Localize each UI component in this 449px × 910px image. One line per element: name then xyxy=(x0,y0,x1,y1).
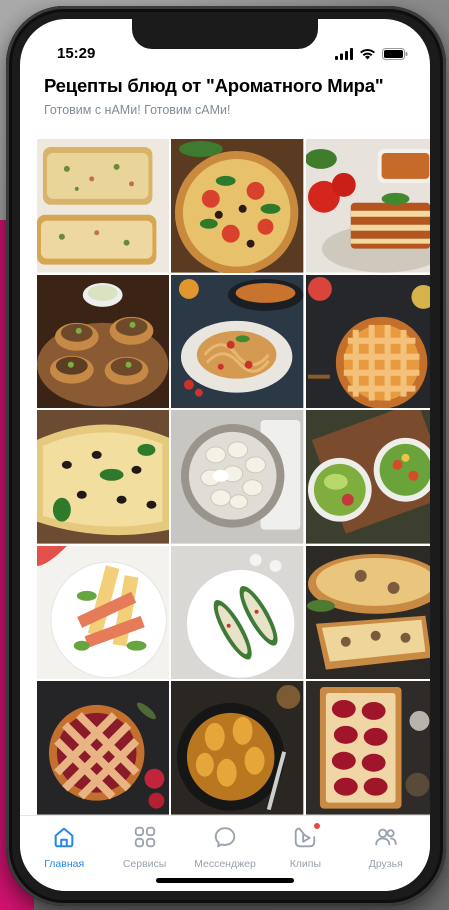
avocado-salad-photo[interactable] xyxy=(305,410,430,544)
spaghetti-photo[interactable] xyxy=(171,274,304,409)
tab-services-label: Сервисы xyxy=(122,858,167,870)
tab-friends-label: Друзья xyxy=(368,858,403,870)
home-indicator xyxy=(156,878,294,883)
poached-pear-tart-photo[interactable] xyxy=(305,681,430,815)
wifi-icon xyxy=(359,47,376,65)
zucchini-bread-photo[interactable] xyxy=(37,139,170,273)
clips-badge-dot xyxy=(313,822,322,830)
header: Рецепты блюд от "Ароматного Мира" Готови… xyxy=(44,75,424,117)
stuffed-zucchini-photo[interactable] xyxy=(171,545,304,680)
lasagna-photo[interactable] xyxy=(305,139,430,273)
tab-home-label: Главная xyxy=(44,858,85,870)
phone-screen: 15:29 Рецепты блюд от "Ароматного Мира" … xyxy=(20,19,430,891)
home-icon xyxy=(51,824,77,855)
page-subtitle: Готовим с нАМи! Готовим сАМи! xyxy=(44,103,231,117)
page-title: Рецепты блюд от "Ароматного Мира" xyxy=(44,75,384,96)
messenger-icon xyxy=(212,824,238,855)
battery-icon xyxy=(382,47,408,65)
stuffed-potatoes-photo[interactable] xyxy=(37,274,170,409)
tab-clips-label: Клипы xyxy=(289,858,322,870)
tab-home[interactable]: Главная xyxy=(25,816,103,891)
pear-tart-photo[interactable] xyxy=(171,681,304,815)
lattice-pie-photo[interactable] xyxy=(305,274,430,409)
status-time: 15:29 xyxy=(57,45,96,62)
olive-flatbread-photo[interactable] xyxy=(37,410,170,544)
pizza-photo[interactable] xyxy=(171,139,304,273)
phone-frame: 15:29 Рецепты блюд от "Ароматного Мира" … xyxy=(6,6,446,906)
grilled-halloumi-salad-photo[interactable] xyxy=(37,545,170,680)
status-icons xyxy=(335,47,408,65)
tab-friends[interactable]: Друзья xyxy=(347,816,425,891)
dumplings-photo[interactable] xyxy=(171,410,304,544)
services-grid-icon xyxy=(132,824,158,855)
signal-icon xyxy=(335,47,353,65)
quiche-photo[interactable] xyxy=(305,545,430,680)
cherry-lattice-pie-photo[interactable] xyxy=(37,681,170,815)
friends-icon xyxy=(373,824,399,855)
tab-messenger-label: Мессенджер xyxy=(194,858,256,870)
notch xyxy=(132,19,318,49)
photo-grid xyxy=(37,139,430,815)
